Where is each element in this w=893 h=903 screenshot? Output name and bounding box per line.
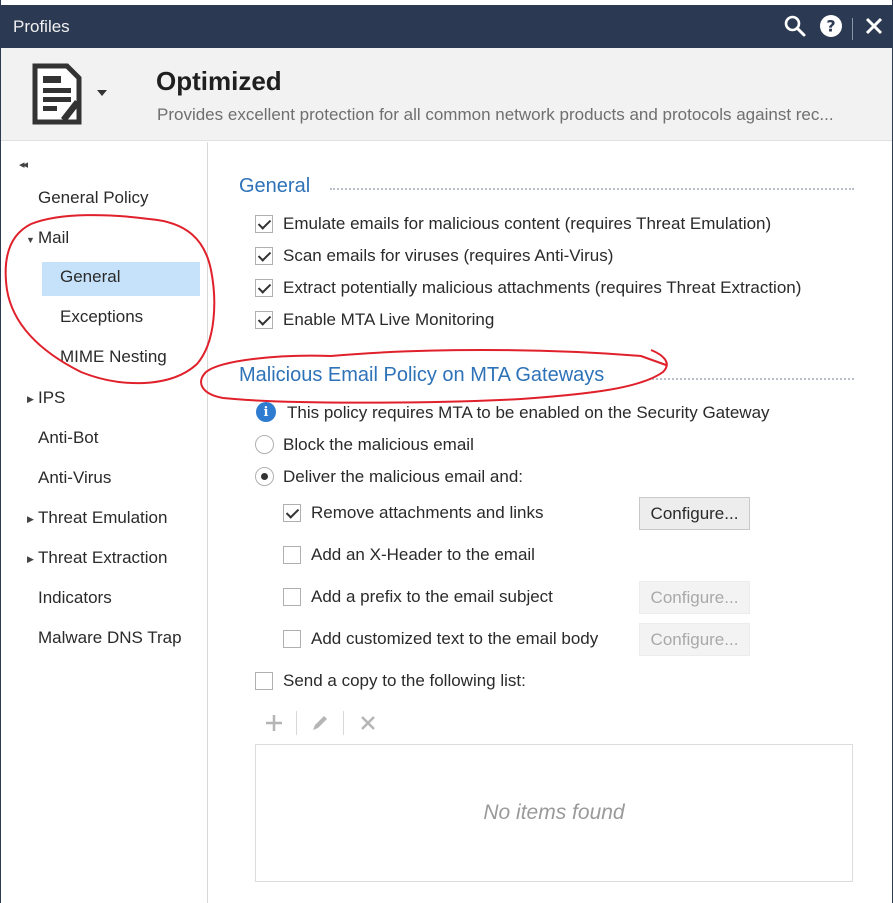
- search-icon: [784, 15, 806, 37]
- extract-attachments-checkbox[interactable]: [255, 279, 273, 297]
- mta-section-title: Malicious Email Policy on MTA Gateways: [239, 364, 605, 386]
- chevron-right-icon[interactable]: ▶: [27, 394, 34, 405]
- sidebar-item-anti-virus[interactable]: Anti-Virus: [38, 468, 111, 488]
- block-email-label: Block the malicious email: [283, 435, 474, 454]
- x-header-checkbox[interactable]: [283, 546, 301, 564]
- sidebar-item-anti-bot[interactable]: Anti-Bot: [38, 428, 98, 448]
- add-icon[interactable]: [261, 710, 287, 736]
- chevron-right-icon[interactable]: ▶: [27, 554, 34, 565]
- help-button[interactable]: ?: [816, 11, 846, 41]
- profile-header: Optimized Provides excellent protection …: [1, 48, 892, 141]
- mta-live-monitoring-label: Enable MTA Live Monitoring: [283, 310, 495, 329]
- profile-description: Provides excellent protection for all co…: [157, 105, 834, 124]
- block-email-radio[interactable]: [255, 435, 274, 454]
- profiles-window: Profiles ? Optimized Provides excellent …: [0, 0, 893, 903]
- emulate-emails-label: Emulate emails for malicious content (re…: [283, 214, 772, 233]
- sidebar-item-mail-general[interactable]: General: [60, 267, 120, 287]
- mta-info-text: This policy requires MTA to be enabled o…: [287, 403, 770, 422]
- deliver-email-radio[interactable]: [255, 467, 274, 486]
- chevron-down-icon[interactable]: [97, 89, 107, 97]
- sidebar: ◂◂ General Policy ▼ Mail General Excepti…: [1, 142, 208, 903]
- empty-list-message: No items found: [483, 801, 625, 824]
- window-title: Profiles: [13, 17, 70, 36]
- general-section-title: General: [239, 175, 311, 197]
- titlebar-separator: [852, 18, 853, 40]
- svg-text:?: ?: [826, 17, 835, 36]
- x-header-label: Add an X-Header to the email: [311, 545, 535, 564]
- sidebar-item-mime-nesting[interactable]: MIME Nesting: [60, 347, 167, 367]
- scan-emails-checkbox[interactable]: [255, 247, 273, 265]
- close-button[interactable]: [859, 11, 889, 41]
- search-button[interactable]: [780, 11, 810, 41]
- chevron-down-icon[interactable]: ▼: [26, 235, 35, 245]
- title-bar: Profiles ?: [1, 5, 892, 48]
- remove-attachments-checkbox[interactable]: [283, 504, 301, 522]
- collapse-sidebar-icon[interactable]: ◂◂: [19, 158, 28, 171]
- remove-attachments-label: Remove attachments and links: [311, 503, 544, 522]
- sidebar-item-malware-dns-trap[interactable]: Malware DNS Trap: [38, 628, 182, 648]
- edit-icon[interactable]: [307, 710, 333, 736]
- recipients-list[interactable]: No items found: [255, 744, 853, 882]
- sidebar-item-mail[interactable]: Mail: [38, 228, 69, 248]
- toolbar-separator: [343, 711, 344, 735]
- send-copy-checkbox[interactable]: [255, 672, 273, 690]
- info-icon: i: [256, 402, 276, 422]
- sidebar-item-indicators[interactable]: Indicators: [38, 588, 112, 608]
- sidebar-item-exceptions[interactable]: Exceptions: [60, 307, 143, 327]
- configure-subject-prefix-button[interactable]: Configure...: [639, 581, 750, 614]
- subject-prefix-label: Add a prefix to the email subject: [311, 587, 553, 606]
- configure-custom-text-button[interactable]: Configure...: [639, 623, 750, 656]
- configure-remove-attachments-button[interactable]: Configure...: [639, 497, 750, 530]
- send-copy-label: Send a copy to the following list:: [283, 671, 526, 690]
- profile-name: Optimized: [156, 66, 282, 96]
- subject-prefix-checkbox[interactable]: [283, 588, 301, 606]
- deliver-email-label: Deliver the malicious email and:: [283, 467, 523, 486]
- delete-icon[interactable]: [355, 710, 381, 736]
- content-panel: General Emulate emails for malicious con…: [209, 142, 892, 903]
- scan-emails-label: Scan emails for viruses (requires Anti-V…: [283, 246, 614, 265]
- help-icon: ?: [820, 15, 842, 37]
- sidebar-item-ips[interactable]: IPS: [38, 388, 65, 408]
- close-icon: [865, 17, 883, 35]
- emulate-emails-checkbox[interactable]: [255, 215, 273, 233]
- sidebar-item-threat-extraction[interactable]: Threat Extraction: [38, 548, 167, 568]
- custom-text-label: Add customized text to the email body: [311, 629, 599, 648]
- section-divider: [330, 188, 854, 190]
- profile-document-icon[interactable]: [31, 62, 83, 126]
- section-divider: [649, 378, 854, 380]
- sidebar-item-general-policy[interactable]: General Policy: [38, 188, 149, 208]
- mta-live-monitoring-checkbox[interactable]: [255, 311, 273, 329]
- custom-text-checkbox[interactable]: [283, 630, 301, 648]
- sidebar-item-threat-emulation[interactable]: Threat Emulation: [38, 508, 167, 528]
- chevron-right-icon[interactable]: ▶: [27, 514, 34, 525]
- extract-attachments-label: Extract potentially malicious attachment…: [283, 278, 802, 297]
- toolbar-separator: [296, 711, 297, 735]
